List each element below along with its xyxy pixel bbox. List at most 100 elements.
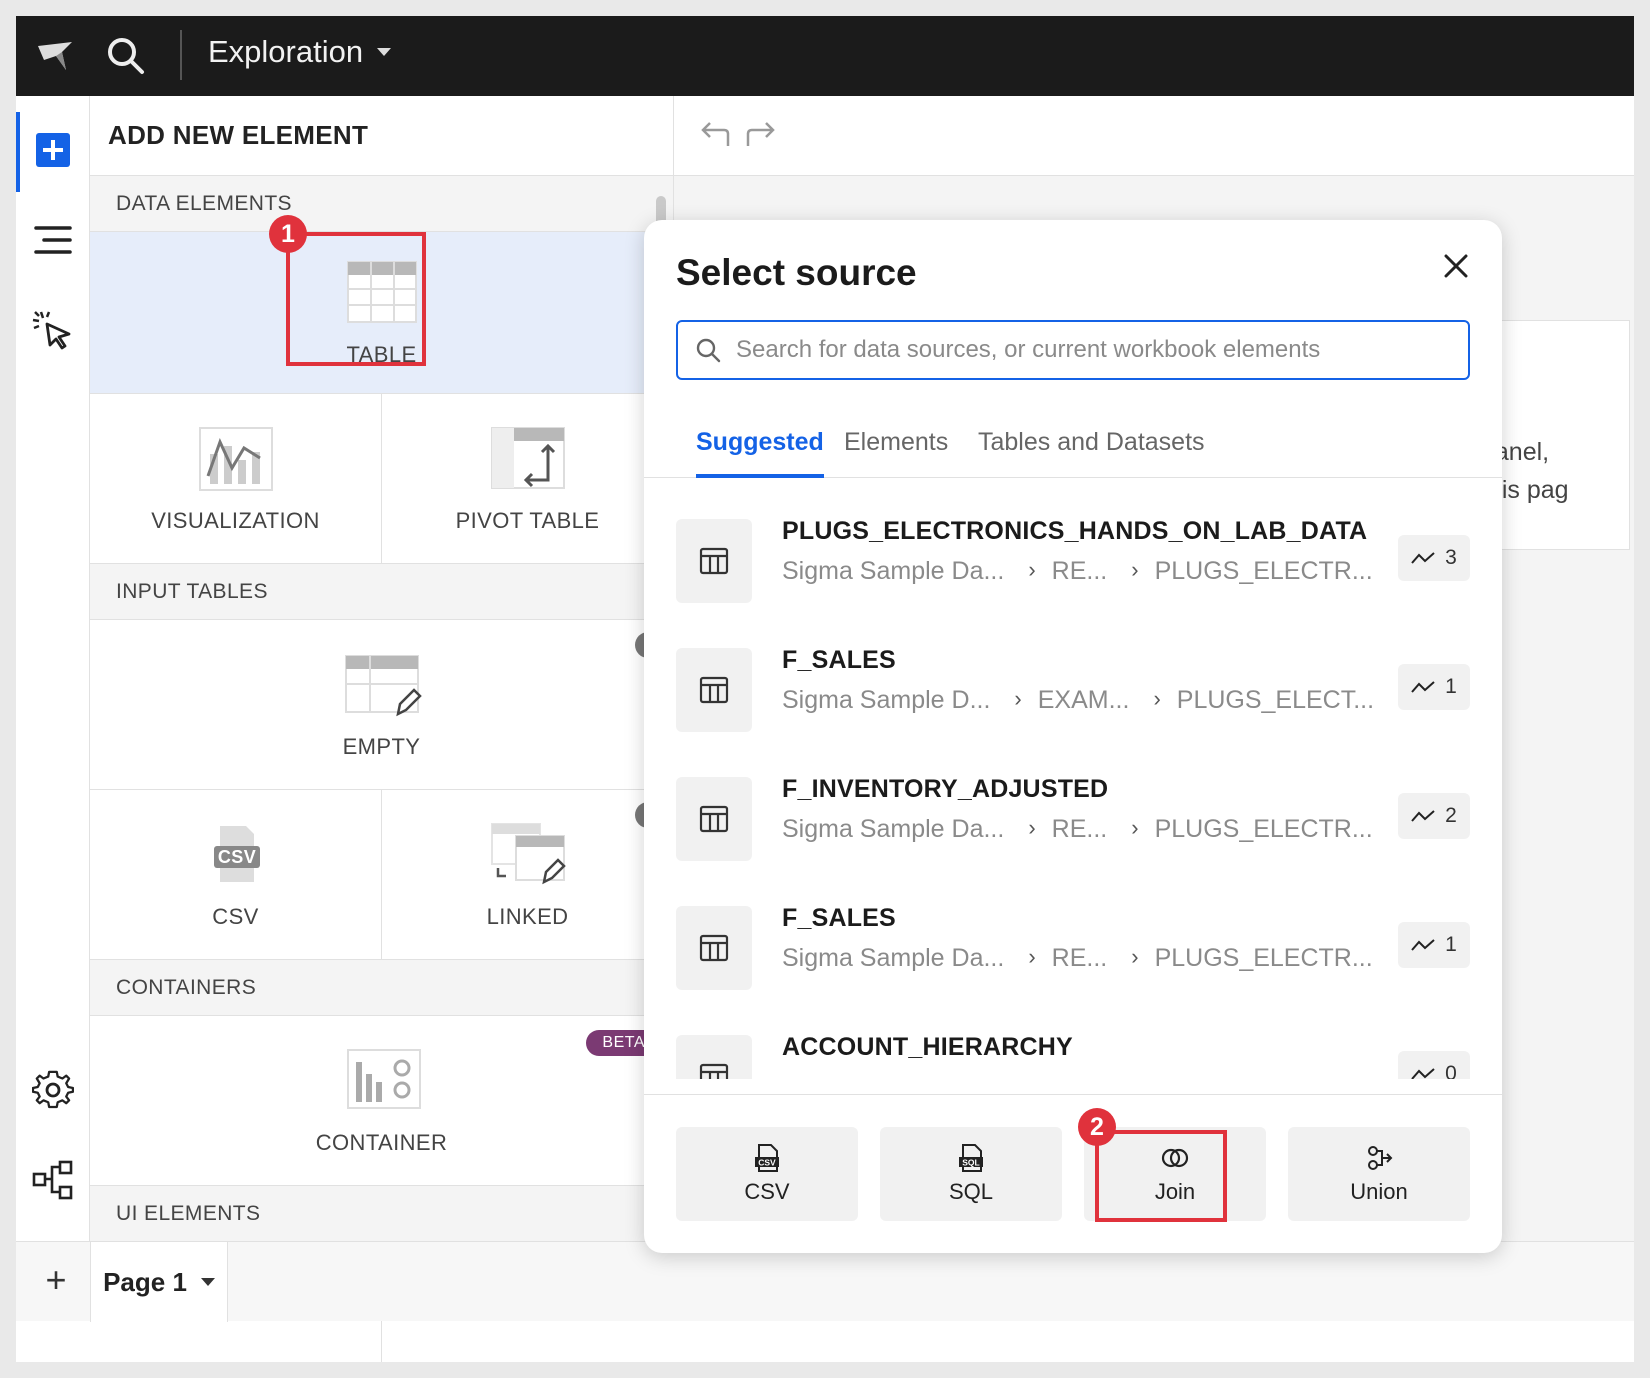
linked-input-table-tile[interactable]: LINKED	[381, 790, 673, 959]
tile-row-viz: VISUALIZATION PIVOT TABLE	[90, 394, 673, 564]
trend-icon	[1411, 1068, 1435, 1079]
panel-header: ADD NEW ELEMENT	[90, 96, 673, 176]
visualization-tile-label: VISUALIZATION	[151, 507, 320, 533]
linked-tile-label: LINKED	[486, 903, 569, 929]
tile-row-empty: EMPTY i	[90, 620, 673, 790]
add-element-rail-button[interactable]	[29, 126, 77, 174]
chevron-right-icon: ›	[1131, 557, 1139, 582]
csv-tile-label: CSV	[212, 903, 259, 929]
path-segment: Sigma Sample Da...	[782, 557, 1005, 585]
close-icon[interactable]	[1438, 248, 1474, 284]
source-path: Sigma Sample Da... › RE... › PLUGS_ELECTR...	[782, 815, 1373, 844]
section-containers: CONTAINERS	[90, 960, 673, 1016]
gear-icon	[32, 1070, 74, 1109]
path-segment: RE...	[1051, 944, 1108, 972]
source-search-input[interactable]	[736, 336, 1436, 364]
page-tab[interactable]: Page 1	[90, 1242, 228, 1322]
table-icon	[676, 519, 752, 603]
path-segment: EXAM...	[1037, 686, 1130, 714]
element-list-rail-button[interactable]	[29, 216, 77, 264]
table-icon	[676, 1035, 752, 1079]
path-segment: PLUGS_ELECTR...	[1154, 557, 1373, 585]
section-data-elements: DATA ELEMENTS	[90, 176, 673, 232]
tab-elements[interactable]: Elements	[844, 428, 948, 478]
dialog-title: Select source	[676, 252, 917, 293]
path-segment: PLUGS_ELECTR...	[1154, 815, 1373, 843]
sigma-logo-icon[interactable]	[32, 32, 80, 80]
empty-input-table-tile[interactable]: EMPTY	[90, 620, 673, 789]
source-list-item[interactable]: F_INVENTORY_ADJUSTED Sigma Sample Da... ›…	[676, 775, 1470, 865]
usage-count: 0	[1445, 1062, 1457, 1079]
redo-icon[interactable]	[744, 118, 778, 152]
empty-input-table-icon	[344, 654, 422, 716]
add-page-button[interactable]: +	[32, 1256, 80, 1304]
search-icon	[696, 338, 721, 363]
pivot-table-icon	[490, 426, 565, 489]
union-source-button[interactable]: Union	[1288, 1127, 1470, 1221]
csv-button-label: CSV	[744, 1179, 790, 1204]
chevron-right-icon: ›	[1014, 686, 1022, 711]
search-icon[interactable]	[102, 32, 150, 80]
usage-count: 2	[1445, 804, 1457, 827]
chevron-right-icon: ›	[1028, 557, 1036, 582]
csv-file-icon: CSV	[755, 1144, 779, 1172]
source-name: F_SALES	[782, 646, 896, 674]
source-list-item[interactable]: ACCOUNT_HIERARCHY 0	[676, 1033, 1470, 1079]
source-list-item[interactable]: F_SALES Sigma Sample Da... › RE... › PLUGS_E…	[676, 904, 1470, 994]
path-segment: Sigma Sample Da...	[782, 944, 1005, 972]
usage-badge: 0	[1398, 1051, 1470, 1079]
union-icon	[1368, 1146, 1393, 1170]
select-element-rail-button[interactable]	[29, 306, 77, 354]
settings-rail-button[interactable]	[29, 1066, 77, 1114]
source-list-item[interactable]: PLUGS_ELECTRONICS_HANDS_ON_LAB_DATA Sigm…	[676, 517, 1470, 607]
path-segment: Sigma Sample D...	[782, 686, 991, 714]
empty-tile-label: EMPTY	[342, 733, 421, 759]
svg-text:CSV: CSV	[758, 1158, 776, 1168]
svg-text:CSV: CSV	[217, 847, 255, 867]
path-segment: RE...	[1051, 557, 1108, 585]
csv-input-table-tile[interactable]: CSV CSV	[90, 790, 381, 959]
path-segment: PLUGS_ELECT...	[1176, 686, 1375, 714]
topbar-divider	[180, 30, 182, 80]
sql-button-label: SQL	[948, 1179, 994, 1204]
container-icon	[346, 1048, 421, 1109]
source-path: Sigma Sample Da... › RE... › PLUGS_ELECTR...	[782, 557, 1373, 586]
source-path: Sigma Sample D... › EXAM... › PLUGS_ELECT...	[782, 686, 1374, 715]
chevron-down-icon	[200, 1278, 215, 1286]
pivot-table-tile-label: PIVOT TABLE	[455, 507, 600, 533]
trend-icon	[1411, 681, 1435, 693]
trend-icon	[1411, 939, 1435, 951]
page-tab-label: Page 1	[103, 1266, 187, 1297]
table-icon	[676, 777, 752, 861]
workbook-title-menu[interactable]: Exploration	[208, 34, 392, 70]
csv-source-button[interactable]: CSV CSV	[676, 1127, 858, 1221]
source-tabs: Suggested Elements Tables and Datasets	[644, 416, 1502, 478]
tab-suggested[interactable]: Suggested	[696, 428, 824, 478]
active-indicator	[16, 112, 20, 192]
source-search-box	[676, 320, 1470, 380]
chevron-right-icon: ›	[1153, 686, 1161, 711]
visualization-tile[interactable]: VISUALIZATION	[90, 394, 381, 563]
undo-icon[interactable]	[698, 118, 732, 152]
usage-badge: 3	[1398, 535, 1470, 581]
linked-input-table-icon	[490, 822, 566, 884]
source-list-item[interactable]: F_SALES Sigma Sample D... › EXAM... › PLUGS_…	[676, 646, 1470, 736]
chevron-down-icon	[377, 48, 392, 56]
highlight-box-table	[286, 232, 426, 366]
list-icon	[34, 226, 72, 254]
tab-tables-and-datasets[interactable]: Tables and Datasets	[978, 428, 1205, 478]
lineage-rail-button[interactable]	[29, 1156, 77, 1204]
section-ui-elements: UI ELEMENTS	[90, 1186, 673, 1242]
pivot-table-tile[interactable]: PIVOT TABLE	[381, 394, 673, 563]
trend-icon	[1411, 810, 1435, 822]
chevron-right-icon: ›	[1028, 944, 1036, 969]
chevron-right-icon: ›	[1131, 815, 1139, 840]
dialog-footer: CSV CSV SQL SQL Join Union	[644, 1094, 1502, 1253]
tile-row-container: CONTAINER BETA	[90, 1016, 673, 1186]
sql-source-button[interactable]: SQL SQL	[880, 1127, 1062, 1221]
trend-icon	[1411, 552, 1435, 564]
source-name: F_SALES	[782, 904, 896, 932]
step-marker-1: 1	[269, 215, 307, 253]
usage-count: 3	[1445, 546, 1457, 569]
source-list: PLUGS_ELECTRONICS_HANDS_ON_LAB_DATA Sigm…	[644, 479, 1502, 1079]
